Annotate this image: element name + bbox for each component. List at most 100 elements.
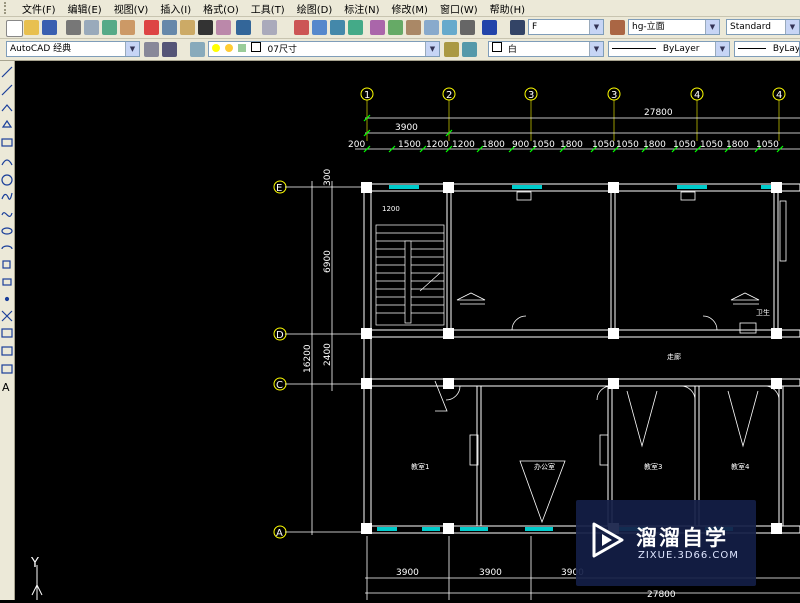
fixtures [456,191,787,524]
workspace-save-icon[interactable] [162,42,177,57]
menu-format[interactable]: 格式(O) [197,1,245,16]
dim-detail-6: 1050 [532,140,555,150]
chevron-down-icon: ▼ [589,42,603,56]
chevron-down-icon: ▼ [125,42,139,56]
dim-detail-4: 1800 [482,140,505,150]
chevron-down-icon: ▼ [715,42,729,56]
line-icon [1,66,13,78]
properties-icon[interactable] [370,20,385,35]
room-tag-classroom3: 教室3 [644,462,662,471]
menu-window[interactable]: 窗口(W) [434,1,484,16]
menu-modify[interactable]: 修改(M) [386,1,434,16]
spline-icon [1,212,13,218]
draw-toolbar: A [0,61,15,600]
dim-detail-7: 1800 [560,140,583,150]
menu-draw[interactable]: 绘图(D) [291,1,339,16]
menu-edit[interactable]: 编辑(E) [62,1,108,16]
stair [375,224,445,326]
dim-bottom-0: 3900 [396,568,419,578]
gradient-icon [1,328,13,338]
layer-combo[interactable]: 07尺寸 ▼ [208,41,440,57]
dim-detail-5: 900 [512,140,529,150]
color-combo[interactable]: 白 ▼ [488,41,604,57]
plot-preview-icon[interactable] [84,20,99,35]
circle-icon [1,174,13,186]
linetype-combo[interactable]: ByLayer ▼ [608,41,730,57]
grid-label-1: 1 [364,90,370,101]
line-sample-icon [612,48,656,49]
menu-dimension[interactable]: 标注(N) [338,1,385,16]
calculator-icon[interactable] [460,20,475,35]
dim-left-2400: 2400 [323,343,333,366]
dim-left-16200: 16200 [303,344,313,373]
toolbar-grip[interactable] [4,2,12,14]
workspace-combo[interactable]: AutoCAD 经典 ▼ [6,41,140,57]
3d-dwf-icon[interactable] [120,20,135,35]
dim-bottom-total: 27800 [647,590,676,600]
dim-total-top: 27800 [644,108,673,118]
undo-icon[interactable] [236,20,251,35]
paste-icon[interactable] [180,20,195,35]
windows [377,185,771,531]
design-center-icon[interactable] [388,20,403,35]
layer-freeze-icon [224,44,233,52]
grid-label-3a: 3 [528,90,534,101]
dim-detail-10: 1800 [643,140,666,150]
watermark-title: 溜溜自学 [636,526,728,550]
chevron-down-icon: ▼ [785,20,799,34]
publish-icon[interactable] [102,20,117,35]
lineweight-combo[interactable]: ByLayer [734,41,800,57]
block-editor-icon[interactable] [216,20,231,35]
open-file-icon[interactable] [24,20,39,35]
menu-help[interactable]: 帮助(H) [484,1,531,16]
room-tag-toilet: 卫生 [756,308,770,317]
room-tag-classroom1: 教室1 [411,462,429,471]
menu-insert[interactable]: 插入(I) [154,1,197,16]
cut-icon[interactable] [144,20,159,35]
new-file-icon[interactable] [6,20,23,37]
zoom-realtime-icon[interactable] [312,20,327,35]
dim-detail-14: 1050 [756,140,779,150]
walls [363,183,800,534]
save-icon[interactable] [42,20,57,35]
menu-file[interactable]: 文件(F) [16,1,62,16]
text-style-icon[interactable] [510,20,525,35]
layer-manager-icon[interactable] [190,42,205,57]
columns [361,182,782,534]
dim-detail-1: 1500 [398,140,421,150]
redo-icon[interactable] [262,20,277,35]
make-layer-current-icon[interactable] [444,42,459,57]
dim-left-300: 300 [323,169,333,186]
dim-style-icon[interactable] [610,20,625,35]
dim-style-combo[interactable]: hg-立面 ▼ [628,19,720,35]
markup-icon[interactable] [442,20,457,35]
chevron-down-icon: ▼ [425,42,439,56]
print-icon[interactable] [66,20,81,35]
tool-palettes-icon[interactable] [406,20,421,35]
construction-line-icon [1,84,13,96]
copy-icon[interactable] [162,20,177,35]
layer-previous-icon[interactable] [462,42,477,57]
help-icon[interactable] [482,20,497,35]
zoom-window-icon[interactable] [330,20,345,35]
dim-bottom-1: 3900 [479,568,502,578]
match-properties-icon[interactable] [198,20,213,35]
revcloud-icon [1,192,13,200]
pan-icon[interactable] [294,20,309,35]
menu-tools[interactable]: 工具(T) [245,1,291,16]
point-icon [4,296,10,302]
play-logo-icon [592,522,624,558]
ellipse-arc-icon [1,245,13,250]
ucs-icon: Y [25,555,49,603]
watermark-url: ZIXUE.3D66.COM [638,550,739,561]
sheet-set-icon[interactable] [424,20,439,35]
zoom-previous-icon[interactable] [348,20,363,35]
table-style-combo[interactable]: Standard ▼ [726,19,800,35]
text-style-combo[interactable]: F ▼ [528,19,604,35]
menu-view[interactable]: 视图(V) [108,1,155,16]
line-sample-icon [738,48,766,49]
workspace-settings-icon[interactable] [144,42,159,57]
arc-icon [1,159,13,166]
dim-detail-8: 1050 [592,140,615,150]
grid-label-D: D [276,330,284,341]
